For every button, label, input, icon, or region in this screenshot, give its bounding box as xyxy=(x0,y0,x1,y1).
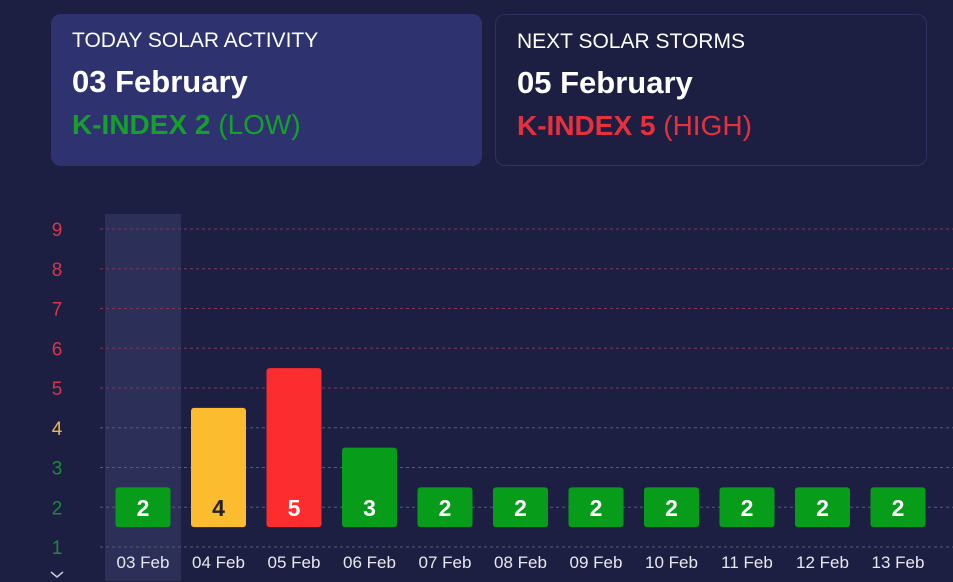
y-tick-label: 3 xyxy=(52,459,63,480)
x-tick-label: 06 Feb xyxy=(343,553,396,572)
y-tick-label: 4 xyxy=(52,419,63,440)
y-tick-label: 2 xyxy=(52,498,63,519)
bar-value-label: 2 xyxy=(816,495,829,521)
x-tick-label: 12 Feb xyxy=(796,553,849,572)
x-tick-label: 13 Feb xyxy=(872,553,925,572)
kindex-bar-chart: 1 2 3 4 5 6 7 8 9 2 03 Feb 4 04 Feb 5 05 Feb 3 06 Feb 2 07… xyxy=(52,214,953,581)
y-tick-label: 5 xyxy=(52,379,63,400)
x-tick-label: 04 Feb xyxy=(192,553,245,572)
bar-value-label: 4 xyxy=(212,495,225,521)
x-tick-label: 05 Feb xyxy=(268,553,321,572)
bar-value-label: 2 xyxy=(439,495,452,521)
bar-value-label: 3 xyxy=(363,495,376,521)
y-tick-label: 8 xyxy=(52,260,63,281)
bar-value-label: 2 xyxy=(590,495,603,521)
y-tick-label: 9 xyxy=(52,220,63,241)
x-tick-label: 11 Feb xyxy=(721,553,773,572)
x-tick-label: 08 Feb xyxy=(494,553,547,572)
x-tick-label: 09 Feb xyxy=(570,553,623,572)
bar-value-label: 5 xyxy=(288,495,301,521)
bar-value-label: 2 xyxy=(137,495,150,521)
bar-value-label: 2 xyxy=(665,495,678,521)
y-tick-label: 7 xyxy=(52,300,63,321)
x-tick-label: 07 Feb xyxy=(419,553,472,572)
x-tick-label: 10 Feb xyxy=(645,553,698,572)
y-tick-label: 1 xyxy=(52,538,63,559)
chevron-down-icon[interactable] xyxy=(50,568,64,582)
y-tick-label: 6 xyxy=(52,339,63,360)
x-tick-label: 03 Feb xyxy=(117,553,170,572)
bar-value-label: 2 xyxy=(892,495,905,521)
bar-value-label: 2 xyxy=(741,495,754,521)
bar-value-label: 2 xyxy=(514,495,527,521)
